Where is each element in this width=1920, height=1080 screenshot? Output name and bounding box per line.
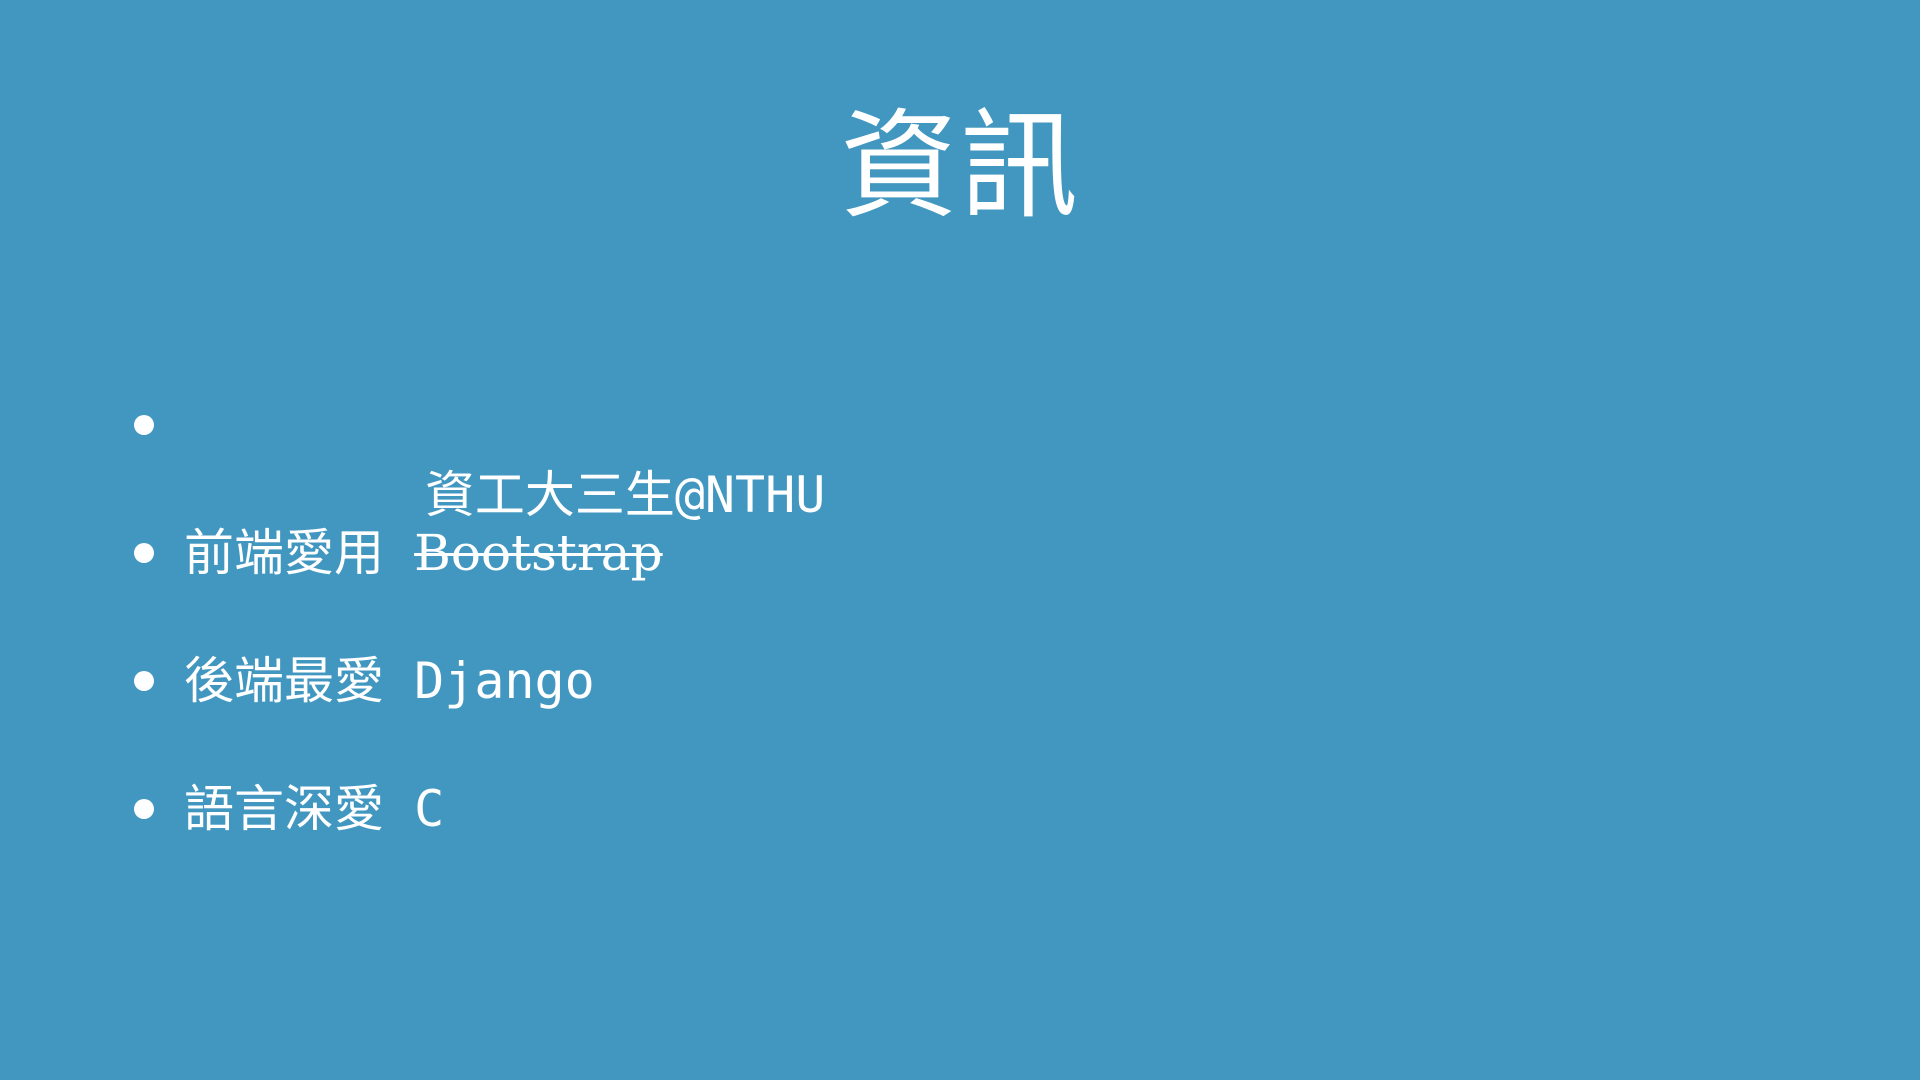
slide: 資訊 資工大三生@NTHU 前端愛用 Bootstrap 後端最愛 Django… [0,0,1920,1080]
bullet-text-main: 語言深愛 [184,780,415,838]
bullet-item-backend: 後端最愛 Django [134,646,825,774]
bullet-text-main: 前端愛用 [184,524,415,582]
slide-title: 資訊 [839,97,1080,235]
bullet-text: 後端最愛 Django [184,646,595,716]
bullet-dot [134,543,154,563]
bullet-text: 語言深愛 C [184,774,444,844]
bullet-dot [134,799,154,819]
bullet-item-school: 資工大三生@NTHU [134,390,825,524]
bullet-text-main: 後端最愛 [184,652,415,710]
bullet-dot [134,415,154,435]
django-text: Django [414,652,595,710]
bullet-item-language: 語言深愛 C [134,774,825,902]
bullet-text: 前端愛用 Bootstrap [184,518,663,588]
bullet-dot [134,671,154,691]
c-language-text: C [414,780,445,838]
bullet-item-frontend: 前端愛用 Bootstrap [134,518,825,646]
bullet-text-main: 資工大三生@NTHU [424,466,826,524]
bullet-list: 資工大三生@NTHU 前端愛用 Bootstrap 後端最愛 Django 語言… [134,390,825,902]
bootstrap-strikethrough-text: Bootstrap [414,524,663,582]
